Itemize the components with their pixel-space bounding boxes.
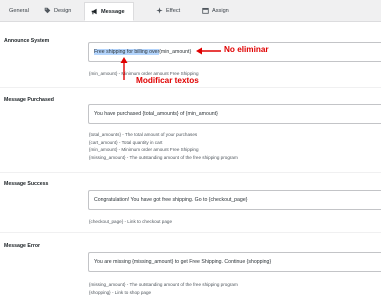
purchased-text-field[interactable]: You have purchased {total_amounts} of {m… — [88, 104, 381, 124]
help-line: {cart_amount} - Total quantity in cart — [89, 139, 163, 145]
annotation-arrowhead-no-eliminar — [196, 47, 202, 55]
error-help: {missing_amount} - The outstanding amoun… — [89, 281, 238, 296]
annotation-modificar-textos: Modificar textos — [136, 76, 199, 85]
divider — [0, 87, 381, 88]
help-line: {missing_amount} - The outstanding amoun… — [89, 282, 238, 287]
field-text: You are missing {missing_amount} to get … — [94, 259, 272, 265]
help-line: {checkout_page} - Link to checkout page — [89, 219, 173, 224]
purchased-help: {total_amounts} - The total amount of yo… — [89, 131, 238, 161]
divider — [0, 232, 381, 233]
help-line: {missing_amount} - The outstanding amoun… — [89, 154, 238, 160]
help-line: {total_amounts} - The total amount of yo… — [89, 132, 198, 137]
field-text: You have purchased {total_amounts} of {m… — [94, 111, 218, 117]
section-label-error: Message Error — [4, 243, 41, 249]
divider — [0, 172, 381, 173]
annotation-no-eliminar: No eliminar — [224, 45, 269, 54]
section-label-purchased: Message Purchased — [4, 97, 54, 103]
help-line: {shopping} - Link to shop page — [89, 289, 152, 295]
success-text-field[interactable]: Congratulation! You have got free shippi… — [88, 190, 381, 210]
annotation-arrowhead-modificar — [120, 57, 128, 63]
error-text-field[interactable]: You are missing {missing_amount} to get … — [88, 252, 381, 272]
section-label-success: Message Success — [4, 181, 49, 187]
field-text: Congratulation! You have got free shippi… — [94, 197, 248, 203]
success-help: {checkout_page} - Link to checkout page — [89, 218, 172, 226]
help-line: {min_amount} - Minimum order amount Free… — [89, 147, 199, 153]
